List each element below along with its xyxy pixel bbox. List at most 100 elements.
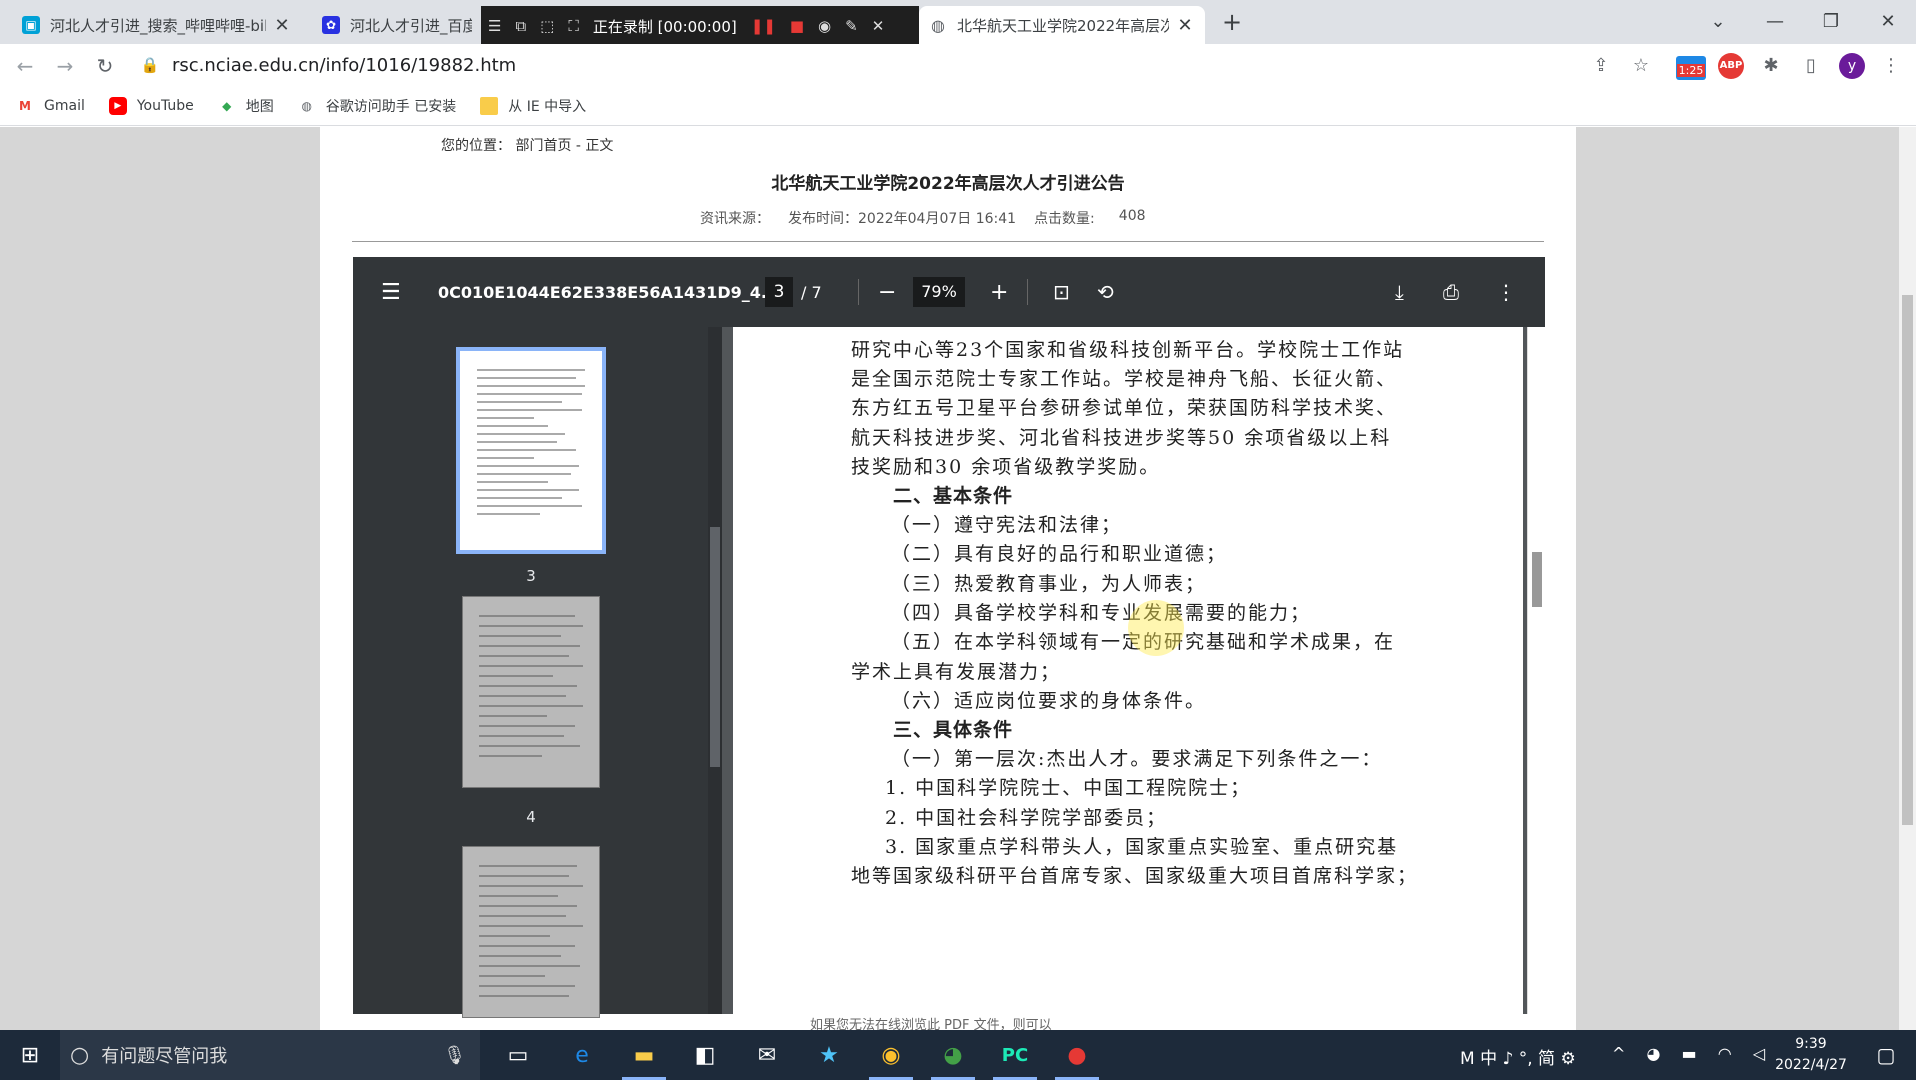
page-thumbnail-5[interactable] — [463, 847, 599, 1017]
pdf-text-line: 3. 国家重点学科带头人，国家重点实验室、重点研究基 — [885, 836, 1399, 858]
adblock-icon[interactable]: ABP — [1718, 53, 1744, 79]
download-icon[interactable]: ⤓ — [1395, 280, 1404, 304]
pdf-thumbnail-sidebar: 3 4 — [353, 327, 708, 1017]
page-thumbnail-3[interactable] — [456, 347, 606, 554]
bookmark-gmail[interactable]: M Gmail — [16, 97, 85, 115]
web-page: 您的位置： 部门首页 - 正文 北华航天工业学院2022年高层次人才引进公告 资… — [0, 127, 1899, 1030]
fit-page-icon[interactable]: ⊡ — [1053, 280, 1070, 304]
address-bar[interactable]: 🔒 rsc.nciae.edu.cn/info/1016/19882.htm — [140, 48, 1620, 82]
window-close-button[interactable]: ✕ — [1868, 8, 1908, 36]
separator — [1027, 279, 1028, 305]
tab-baidu[interactable]: ✿ 河北人才引进_百度 — [312, 6, 482, 44]
article-meta: 资讯来源： 发布时间：2022年04月07日 16:41 点击数量: 408 — [700, 208, 1164, 228]
notification-icon[interactable]: ▢ — [1856, 1030, 1916, 1080]
browser-toolbar: ← → ↻ 🔒 rsc.nciae.edu.cn/info/1016/19882… — [0, 44, 1916, 86]
tab-title: 河北人才引进_搜索_哔哩哔哩-bili — [50, 16, 266, 35]
pen-icon[interactable]: ✎ — [845, 17, 858, 35]
print-icon[interactable]: ⎙ — [1443, 280, 1459, 304]
share-icon[interactable]: ⇪ — [1588, 53, 1614, 79]
rotate-icon[interactable]: ⟲ — [1097, 280, 1114, 304]
page-number-input[interactable]: 3 — [765, 277, 793, 307]
folder-icon — [480, 96, 499, 115]
store-icon[interactable]: ◧ — [675, 1030, 735, 1080]
pdf-scrollbar[interactable] — [1527, 327, 1545, 1014]
zoom-out-icon[interactable]: − — [878, 280, 896, 305]
bookmark-maps[interactable]: ◆ 地图 — [218, 96, 274, 116]
close-icon[interactable]: ✕ — [1175, 15, 1195, 36]
cortana-icon: ○ — [70, 1042, 90, 1068]
zoom-input[interactable]: 79% — [913, 277, 965, 307]
article-title: 北华航天工业学院2022年高层次人才引进公告 — [771, 174, 1125, 194]
breadcrumb-link[interactable]: 部门首页 - 正文 — [515, 138, 613, 154]
wechat-icon[interactable]: ◕ — [923, 1030, 983, 1080]
clock-time: 9:39 — [1795, 1036, 1827, 1052]
pdf-section-heading: 二、基本条件 — [893, 485, 1014, 507]
windows-taskbar: ⊞ ○ 有问题尽管问我 🎙 ▭ e ▬ ◧ ✉ ★ ◉ ◕ PC ● M 中 ♪… — [0, 1030, 1916, 1080]
restore-button[interactable]: ❐ — [1811, 8, 1851, 36]
bookmark-label: 地图 — [245, 98, 274, 115]
region-icon[interactable]: ⬚ — [540, 17, 554, 35]
pdf-text-line: （一）第一层次:杰出人才。要求满足下列条件之一： — [891, 748, 1383, 770]
file-explorer-icon[interactable]: ▬ — [614, 1030, 674, 1080]
bookmark-import-ie[interactable]: 从 IE 中导入 — [480, 96, 586, 116]
task-view-icon[interactable]: ▭ — [488, 1030, 548, 1080]
thumbnail-scrollbar[interactable] — [708, 327, 722, 1014]
close-icon[interactable]: ✕ — [272, 15, 292, 36]
chevron-down-icon[interactable]: ⌄ — [1698, 8, 1738, 36]
forward-button[interactable]: → — [51, 52, 79, 80]
tab-strip: ▣ 河北人才引进_搜索_哔哩哔哩-bili ✕ ✿ 河北人才引进_百度 ☰ ⧉ … — [0, 0, 1916, 46]
app-star-icon[interactable]: ★ — [799, 1030, 859, 1080]
bookmark-label: 谷歌访问助手 已安装 — [325, 98, 457, 115]
minimize-button[interactable]: — — [1755, 8, 1795, 36]
menu-icon[interactable]: ☰ — [488, 17, 501, 35]
camera-icon[interactable]: ◉ — [818, 17, 831, 35]
pdf-text-line: 东方红五号卫星平台参研参试单位，荣获国防科学技术奖、 — [851, 397, 1398, 419]
extension-badge: 1:25 — [1676, 64, 1706, 77]
back-button[interactable]: ← — [11, 52, 39, 80]
bookmark-access-helper[interactable]: ◍ 谷歌访问助手 已安装 — [298, 96, 457, 116]
extensions-puzzle-icon[interactable]: ✱ — [1758, 53, 1784, 79]
pause-icon[interactable]: ❚❚ — [751, 17, 776, 35]
taskbar-search[interactable]: ○ 有问题尽管问我 🎙 — [60, 1030, 480, 1080]
sidebar-menu-icon[interactable]: ☰ — [381, 280, 401, 305]
lock-icon[interactable]: 🔒 — [140, 56, 160, 74]
extension-video-speed-icon[interactable]: 1:25 — [1676, 56, 1706, 80]
chrome-icon[interactable]: ◉ — [861, 1030, 921, 1080]
windows-start-icon[interactable]: ⊞ — [0, 1030, 60, 1080]
bookmarks-bar: M Gmail ▶ YouTube ◆ 地图 ◍ 谷歌访问助手 已安装 从 IE 中导入 — [0, 86, 1916, 126]
mail-icon[interactable]: ✉ — [737, 1030, 797, 1080]
bookmark-star-icon[interactable]: ☆ — [1628, 53, 1654, 79]
tab-active-article[interactable]: ◍ 北华航天工业学院2022年高层次 ✕ — [919, 6, 1205, 44]
separator — [858, 279, 859, 305]
clicks-count: 408 — [1118, 208, 1146, 224]
page-total: / 7 — [801, 282, 822, 302]
more-options-icon[interactable]: ⋮ — [1496, 280, 1516, 304]
pycharm-icon[interactable]: PC — [985, 1030, 1045, 1080]
tab-bilibili[interactable]: ▣ 河北人才引进_搜索_哔哩哔哩-bili ✕ — [12, 6, 302, 44]
stop-icon[interactable]: ■ — [790, 17, 804, 35]
bilibili-icon: ▣ — [22, 16, 40, 34]
close-icon[interactable]: ✕ — [872, 17, 885, 35]
reload-button[interactable]: ↻ — [91, 52, 119, 80]
tray-icons[interactable]: ^ ◕ ▬ ◠ ◁ — [1612, 1044, 1773, 1063]
ime-indicator[interactable]: M 中 ♪ °, 简 ⚙ — [1460, 1044, 1576, 1069]
side-panel-icon[interactable]: ▯ — [1798, 53, 1824, 79]
pdf-fallback-note: 如果您无法在线浏览此 PDF 文件，则可以 — [810, 1018, 1052, 1030]
microphone-icon[interactable]: 🎙 — [443, 1045, 466, 1066]
new-tab-button[interactable]: + — [1212, 8, 1252, 36]
window-icon[interactable]: ⧉ — [515, 17, 526, 35]
crop-icon[interactable]: ⛶ — [568, 17, 579, 35]
profile-avatar[interactable]: y — [1839, 53, 1865, 79]
recorder-app-icon[interactable]: ● — [1047, 1030, 1107, 1080]
pdf-filename: 0C010E1044E62E338E56A1431D9_4... — [438, 282, 780, 302]
zoom-in-icon[interactable]: + — [990, 280, 1008, 305]
pdf-page-content: 研究中心等23个国家和省级科技创新平台。学校院士工作站 是全国示范院士专家工作站… — [733, 327, 1523, 1014]
edge-icon[interactable]: e — [552, 1030, 612, 1080]
kebab-menu-icon[interactable]: ⋮ — [1878, 53, 1904, 79]
clock[interactable]: 9:39 2022/4/27 — [1766, 1034, 1856, 1076]
page-thumbnail-4[interactable] — [463, 597, 599, 787]
publish-time: 发布时间：2022年04月07日 16:41 — [788, 211, 1017, 227]
page-scrollbar[interactable] — [1899, 127, 1916, 1030]
pdf-text-line: （六）适应岗位要求的身体条件。 — [891, 690, 1207, 712]
bookmark-youtube[interactable]: ▶ YouTube — [108, 96, 194, 115]
